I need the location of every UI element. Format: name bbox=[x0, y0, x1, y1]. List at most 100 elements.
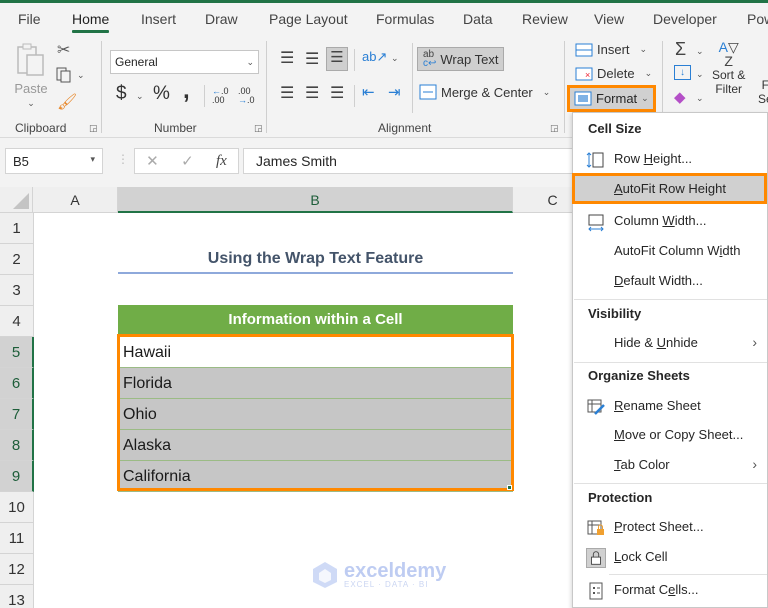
cancel-icon[interactable]: ✕ bbox=[146, 152, 159, 170]
enter-icon[interactable]: ✓ bbox=[181, 152, 194, 170]
row-header[interactable]: 6 bbox=[0, 368, 34, 399]
merge-center-button[interactable]: Merge & Center ⌄ bbox=[419, 84, 550, 100]
menu-item-label: Lock Cell bbox=[614, 549, 668, 564]
menu-separator bbox=[574, 483, 767, 484]
tab-view[interactable]: View bbox=[594, 11, 624, 27]
decrease-indent-icon[interactable]: ⇤ bbox=[362, 83, 375, 101]
orientation-icon[interactable]: ab↗ ⌄ bbox=[362, 49, 399, 65]
menu-item-label: Format Cells... bbox=[614, 582, 699, 597]
autosum-icon[interactable]: Σ bbox=[675, 39, 686, 60]
format-cells-icon bbox=[589, 582, 603, 600]
row-header[interactable]: 12 bbox=[0, 554, 34, 585]
column-header-a[interactable]: A bbox=[33, 187, 118, 213]
percent-button[interactable]: % bbox=[153, 83, 170, 105]
accelerator-key: H bbox=[643, 151, 654, 166]
bottom-align-icon[interactable]: ☰ bbox=[326, 47, 348, 71]
copy-button[interactable]: ⌄ bbox=[55, 66, 85, 84]
select-all-button[interactable] bbox=[0, 187, 33, 213]
menu-item-autofit-row-height[interactable]: AutoFit Row Height bbox=[574, 175, 767, 204]
row-header[interactable]: 9 bbox=[0, 461, 34, 492]
rename-sheet-icon bbox=[587, 399, 605, 415]
middle-align-icon[interactable]: ☰ bbox=[305, 49, 319, 69]
tab-power[interactable]: Pow bbox=[747, 11, 768, 27]
sort-filter-button[interactable]: A▽ Z Sort & Filter bbox=[712, 40, 745, 96]
accelerator-key: T bbox=[614, 457, 621, 472]
row-header[interactable]: 5 bbox=[0, 337, 34, 368]
menu-item-autofit-column-width[interactable]: AutoFit Column Width bbox=[574, 237, 767, 266]
row-header[interactable]: 4 bbox=[0, 306, 34, 337]
dialog-launcher-icon[interactable]: ◲ bbox=[89, 123, 99, 133]
table-cell[interactable]: California bbox=[118, 461, 513, 492]
chevron-down-icon[interactable]: ⌄ bbox=[696, 46, 704, 57]
menu-item-tab-color[interactable]: Tab Color › bbox=[574, 451, 767, 480]
paste-button[interactable]: Paste ⌄ bbox=[14, 43, 48, 109]
tab-data[interactable]: Data bbox=[463, 11, 493, 27]
menu-item-hide-unhide[interactable]: Hide & Unhide › bbox=[574, 329, 767, 358]
column-header-b[interactable]: B bbox=[118, 187, 513, 213]
cut-icon[interactable]: ✂ bbox=[57, 40, 70, 60]
currency-button[interactable]: $ bbox=[116, 83, 127, 105]
menu-item-move-copy-sheet[interactable]: Move or Copy Sheet... bbox=[574, 421, 767, 450]
format-painter-icon[interactable]: 🖌 bbox=[57, 92, 77, 112]
row-header[interactable]: 1 bbox=[0, 213, 34, 244]
dialog-launcher-icon[interactable]: ◲ bbox=[550, 123, 560, 133]
svg-text:×: × bbox=[585, 70, 590, 80]
menu-item-row-height[interactable]: Row Height... bbox=[574, 145, 767, 174]
clear-icon[interactable]: ◆ bbox=[674, 88, 686, 106]
insert-cells-icon bbox=[575, 43, 593, 56]
menu-item-protect-sheet[interactable]: Protect Sheet... bbox=[574, 513, 767, 542]
table-cell[interactable]: Hawaii bbox=[118, 337, 513, 368]
table-cell[interactable]: Ohio bbox=[118, 399, 513, 430]
row-header[interactable]: 11 bbox=[0, 523, 34, 554]
insert-function-icon[interactable]: fx bbox=[216, 153, 227, 170]
tab-insert[interactable]: Insert bbox=[141, 11, 176, 27]
number-format-dropdown[interactable]: General ⌄ bbox=[110, 50, 259, 74]
row-header[interactable]: 13 bbox=[0, 585, 34, 608]
comma-style-button[interactable]: , bbox=[183, 77, 190, 105]
decrease-decimal-icon[interactable]: .00 →.0 bbox=[238, 87, 255, 105]
wrap-text-button[interactable]: ab c↩ Wrap Text bbox=[417, 47, 505, 71]
insert-cells-button[interactable]: Insert ⌄ bbox=[575, 42, 647, 57]
row-header[interactable]: 2 bbox=[0, 244, 34, 275]
delete-cells-button[interactable]: × Delete ⌄ bbox=[575, 66, 652, 81]
top-align-icon[interactable]: ☰ bbox=[280, 48, 294, 68]
tab-developer[interactable]: Developer bbox=[653, 11, 717, 27]
tab-home[interactable]: Home bbox=[72, 11, 110, 33]
find-select-button[interactable]: F Se bbox=[758, 78, 768, 106]
row-header[interactable]: 7 bbox=[0, 399, 34, 430]
sheet-title-cell[interactable]: Using the Wrap Text Feature bbox=[118, 244, 513, 274]
tab-page-layout[interactable]: Page Layout bbox=[269, 11, 348, 27]
align-center-icon[interactable]: ☰ bbox=[305, 83, 319, 103]
chevron-down-icon[interactable]: ⌄ bbox=[696, 93, 704, 104]
fill-icon[interactable]: ↓ bbox=[674, 65, 691, 80]
chevron-down-icon[interactable]: ⌄ bbox=[136, 91, 144, 102]
table-cell[interactable]: Alaska bbox=[118, 430, 513, 461]
tab-draw[interactable]: Draw bbox=[205, 11, 238, 27]
menu-item-column-width[interactable]: Column Width... bbox=[574, 207, 767, 236]
dialog-launcher-icon[interactable]: ◲ bbox=[254, 123, 264, 133]
chevron-down-icon[interactable]: ⌄ bbox=[696, 69, 704, 80]
table-cell[interactable]: Florida bbox=[118, 368, 513, 399]
align-right-icon[interactable]: ☰ bbox=[330, 83, 344, 103]
increase-indent-icon[interactable]: ⇥ bbox=[388, 83, 401, 101]
menu-item-lock-cell[interactable]: Lock Cell bbox=[574, 543, 767, 572]
fill-handle[interactable] bbox=[507, 485, 512, 490]
format-cells-dropdown-button[interactable]: Format ⌄ bbox=[567, 85, 656, 112]
row-header[interactable]: 3 bbox=[0, 275, 34, 306]
menu-item-default-width[interactable]: Default Width... bbox=[574, 267, 767, 296]
row-header[interactable]: 8 bbox=[0, 430, 34, 461]
tab-formulas[interactable]: Formulas bbox=[376, 11, 434, 27]
name-box[interactable]: B5 ▾ bbox=[5, 148, 103, 174]
wrap-text-label: Wrap Text bbox=[440, 51, 499, 67]
menu-item-format-cells[interactable]: Format Cells... bbox=[574, 576, 767, 605]
row-header[interactable]: 10 bbox=[0, 492, 34, 523]
tab-review[interactable]: Review bbox=[522, 11, 568, 27]
menu-item-rename-sheet[interactable]: Rename Sheet bbox=[574, 392, 767, 421]
separator bbox=[204, 85, 205, 107]
align-left-icon[interactable]: ☰ bbox=[280, 83, 294, 103]
tab-file[interactable]: File bbox=[18, 11, 41, 27]
chevron-down-icon: ⌄ bbox=[77, 69, 85, 80]
increase-decimal-icon[interactable]: ←.0.00 bbox=[212, 87, 229, 105]
drag-handle-icon[interactable]: ⋮ bbox=[117, 152, 129, 166]
table-header-cell[interactable]: Information within a Cell bbox=[118, 305, 513, 335]
